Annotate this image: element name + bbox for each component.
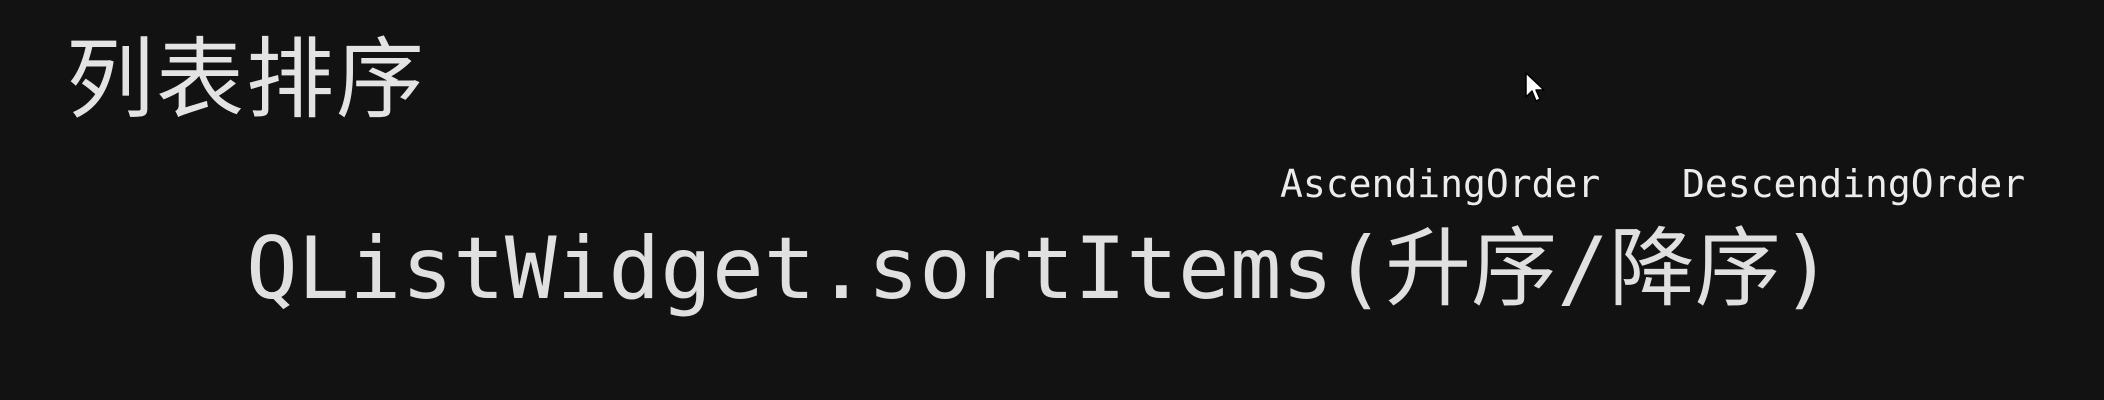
code-method: QListWidget.sortItems — [246, 219, 1334, 319]
code-open-paren: ( — [1333, 219, 1386, 319]
code-snippet: QListWidget.sortItems(升序/降序) — [246, 226, 1833, 312]
code-separator: / — [1557, 219, 1609, 319]
descending-order-label: DescendingOrder — [1682, 162, 2026, 206]
ascending-order-label: AscendingOrder — [1280, 162, 1601, 206]
mouse-pointer-icon — [1525, 72, 1545, 102]
code-arg-ascending: 升序 — [1385, 219, 1558, 319]
code-close-paren: ) — [1780, 219, 1833, 319]
code-arg-descending: 降序 — [1608, 219, 1781, 319]
slide-canvas: 列表排序 AscendingOrder DescendingOrder QLis… — [0, 0, 2104, 400]
slide-title: 列表排序 — [66, 28, 427, 131]
